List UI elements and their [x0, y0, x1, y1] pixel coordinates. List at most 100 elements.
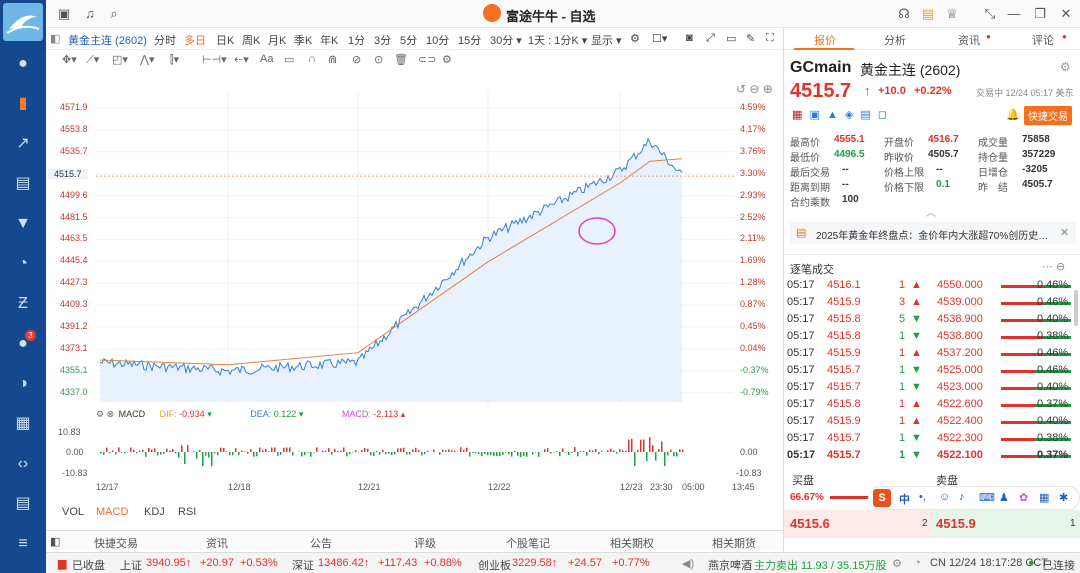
sidebar-user-icon[interactable]: ● [13, 54, 33, 74]
sidebar-game-icon[interactable]: ▦ [13, 414, 33, 434]
headset-icon[interactable]: ☊ [896, 6, 912, 22]
panel-toggle-bottom-icon[interactable]: ◧ [50, 535, 60, 548]
ime-grid-icon[interactable]: ▦ [1039, 491, 1049, 504]
tab-notices[interactable]: 公告 [310, 535, 332, 551]
shirt-icon[interactable]: ♕ [944, 6, 960, 22]
tab-period-10[interactable]: 10分 [426, 32, 449, 48]
tab-news[interactable]: 资讯 [206, 535, 228, 551]
expand-icon[interactable]: ⤢ [706, 32, 715, 45]
sogou-icon[interactable]: S [873, 489, 891, 507]
tab-period-4[interactable]: 月K [268, 32, 286, 48]
bid-box[interactable]: 4515.6 2 [784, 510, 932, 538]
tab-info[interactable]: 资讯 [958, 32, 980, 48]
settings-icon[interactable]: ⚙ [630, 32, 640, 45]
status-stock[interactable]: 燕京啤酒 [708, 557, 752, 573]
badge-icon-3[interactable]: ◈ [845, 109, 853, 121]
fullscreen-icon[interactable]: ⛶ [766, 32, 774, 45]
futu-logo[interactable] [3, 3, 43, 41]
sidebar-news-icon[interactable]: ◑ [13, 374, 33, 394]
news-text[interactable]: 2025年黄金年终盘点：金价年内大涨超70%创历史… [816, 227, 1048, 242]
sidebar-menu-icon[interactable]: ≡ [13, 534, 33, 554]
tab-period-1[interactable]: 多日 [184, 32, 206, 48]
note-tool-icon[interactable]: ▭ [284, 53, 294, 66]
gift-icon[interactable]: ▤ [920, 6, 936, 22]
ask-box[interactable]: 4515.9 1 [932, 510, 1080, 538]
sidebar-doc-icon[interactable]: ▤ [13, 494, 33, 514]
tab-rsi[interactable]: RSI [178, 506, 196, 518]
camera-icon[interactable]: ◙ [686, 32, 693, 44]
tab-period-0[interactable]: 分时 [154, 32, 176, 48]
news-banner[interactable]: ▤ 2025年黄金年终盘点：金价年内大涨超70%创历史… ✕ [790, 222, 1076, 244]
tab-kdj[interactable]: KDJ [144, 506, 165, 518]
ime-skin-icon[interactable]: ✿ [1019, 491, 1028, 504]
rect-tool-icon[interactable]: ◰▾ [112, 53, 128, 66]
ime-user-icon[interactable]: ♟ [999, 491, 1009, 504]
badge-icon-5[interactable]: ◻ [878, 109, 887, 121]
search-icon[interactable]: ⌕ [106, 6, 122, 22]
fib-tool-icon[interactable]: ⫿▾ [170, 53, 179, 67]
restore-icon[interactable]: ❐ [1032, 6, 1048, 22]
tab-rating[interactable]: 评级 [414, 535, 436, 551]
ime-lang[interactable]: 中 [899, 491, 910, 507]
quote-settings-icon[interactable]: ⚙ [1060, 60, 1071, 74]
sidebar-pie-icon[interactable]: ◔ [13, 254, 33, 274]
tab-comments[interactable]: 评论 [1032, 32, 1054, 48]
magnet2-icon[interactable]: ⋒ [328, 53, 337, 66]
tab-period-2[interactable]: 日K [216, 32, 234, 48]
ime-keyboard-icon[interactable]: ⌨ [979, 491, 995, 504]
index1-name[interactable]: 上证 [120, 557, 142, 573]
close-icon[interactable]: ✕ [1058, 6, 1074, 22]
ticks-more-icon[interactable]: ⋯ ⊖ [1042, 260, 1065, 273]
sidebar-message-icon[interactable]: ● 3 [13, 330, 36, 354]
tab-period-11[interactable]: 15分 [458, 32, 481, 48]
ime-settings-icon[interactable]: ✱ [1059, 491, 1068, 504]
tab-vol[interactable]: VOL [62, 506, 84, 518]
pen-icon[interactable]: ✎ [746, 32, 755, 45]
lock-icon[interactable]: ⊙ [374, 53, 383, 66]
sidebar-market-icon[interactable]: ▼ [13, 214, 33, 234]
wave-tool-icon[interactable]: ⋀▾ [140, 53, 155, 66]
panel-toggle-icon[interactable]: ◧ [50, 32, 60, 45]
tab-period-9[interactable]: 5分 [400, 32, 417, 48]
shrink-icon[interactable]: ⤡ [982, 6, 998, 22]
zoom-controls-icon[interactable]: ↺ ⊖ ⊕ [736, 82, 773, 96]
measure-tool-icon[interactable]: ⊢⊣▾ [202, 53, 227, 66]
index3-name[interactable]: 创业板 [478, 557, 511, 573]
symbol-label[interactable]: 黄金主连 (2602) [68, 32, 147, 48]
tab-period-13[interactable]: 1天 : 1分K ▾ [528, 32, 587, 48]
macd-settings-icon[interactable]: ⚙ ⊗ [96, 409, 114, 419]
tab-period-12[interactable]: 30分 ▾ [490, 32, 522, 48]
ime-toolbar[interactable]: S 中 •, ☺ ♪ ⌨ ♟ ✿ ▦ ✱ [868, 486, 1080, 510]
sidebar-futures-icon[interactable]: Ƶ [13, 294, 33, 314]
bell-icon[interactable]: ♫ [82, 6, 98, 22]
tab-analysis[interactable]: 分析 [884, 32, 906, 48]
tab-period-3[interactable]: 周K [242, 32, 260, 48]
tab-period-7[interactable]: 1分 [348, 32, 365, 48]
draw-settings-icon[interactable]: ⚙ [442, 53, 452, 66]
box-icon[interactable]: ☐▾ [652, 32, 667, 45]
minimize-icon[interactable]: — [1006, 6, 1022, 22]
text-tool-icon[interactable]: Aa [260, 53, 273, 65]
arrow-tool-icon[interactable]: ⇠▾ [234, 53, 249, 66]
tab-options[interactable]: 相关期权 [610, 535, 654, 551]
tab-macd[interactable]: MACD [96, 506, 128, 518]
quick-trade-button[interactable]: 快捷交易 [1024, 106, 1072, 125]
chart-area[interactable]: 4571.94553.84535.74517.64499.64481.54463… [46, 72, 783, 500]
tab-quick-trade[interactable]: 快捷交易 [94, 535, 138, 551]
ime-punct-icon[interactable]: •, [919, 491, 926, 503]
badge-icon-2[interactable]: ▲ [827, 109, 838, 121]
collapse-chevron-icon[interactable]: ︿ [926, 204, 936, 219]
ime-emoji-icon[interactable]: ☺ [939, 491, 950, 503]
sidebar-quote-icon[interactable]: ▮ [13, 94, 33, 114]
tab-period-8[interactable]: 3分 [374, 32, 391, 48]
ime-mic-icon[interactable]: ♪ [959, 491, 965, 503]
sidebar-chart-icon[interactable]: ↗ [13, 134, 33, 154]
price-chart[interactable] [46, 72, 783, 500]
link-icon[interactable]: ⊂⊃ [418, 53, 436, 66]
sidebar-portfolio-icon[interactable]: ▤ [13, 174, 33, 194]
ticks-scrollbar[interactable] [1074, 290, 1078, 326]
tab-period-6[interactable]: 年K [320, 32, 338, 48]
window-icon[interactable]: ▭ [726, 32, 736, 45]
badge-icon-1[interactable]: ▣ [809, 109, 819, 121]
line-tool-icon[interactable]: ⟋▾ [86, 53, 99, 67]
